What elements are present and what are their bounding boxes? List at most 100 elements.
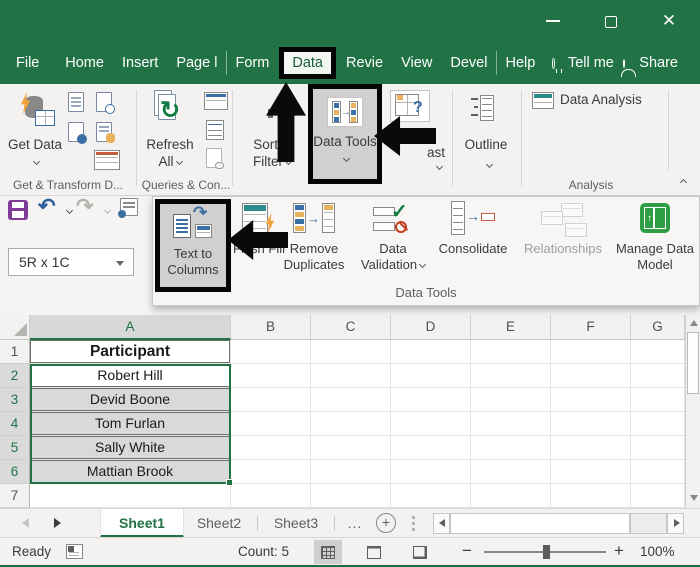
cell[interactable] [631,460,685,484]
cell[interactable] [551,460,631,484]
hscroll-left-button[interactable] [433,513,450,534]
row-header[interactable]: 3 [0,388,30,412]
sheet-tab-sheet2[interactable]: Sheet2 [184,509,254,538]
consolidate-button[interactable]: → Consolidate [437,199,509,292]
cell[interactable] [231,436,311,460]
cell[interactable] [471,412,551,436]
tab-help[interactable]: Help [497,49,545,77]
manage-data-model-button[interactable]: ↑ Manage Data Model [611,199,699,292]
cell[interactable] [311,460,391,484]
zoom-out-button[interactable]: − [462,541,472,561]
sheet-nav-right-icon[interactable] [54,518,61,528]
scroll-up-icon[interactable] [690,320,698,326]
cell[interactable] [311,484,391,508]
cell-a3[interactable]: Devid Boone [30,388,231,412]
save-button[interactable] [8,200,28,220]
row-header[interactable]: 6 [0,460,30,484]
cell[interactable] [631,412,685,436]
redo-button[interactable]: ↷ [76,194,94,219]
data-analysis-button[interactable]: Data Analysis [532,90,662,112]
data-validation-button[interactable]: ✓ Data Validation [351,199,435,292]
queries-connections-icon[interactable] [204,92,228,110]
splitter-dots-icon[interactable] [412,516,415,519]
cell[interactable] [471,484,551,508]
sheet-nav-left-icon[interactable] [22,518,29,528]
cell[interactable] [471,460,551,484]
tell-me-button[interactable]: Tell me [559,49,623,77]
cell[interactable] [551,388,631,412]
cell[interactable] [551,436,631,460]
cell-a1[interactable]: Participant [30,340,231,364]
cell[interactable] [30,484,231,508]
recent-sources-icon[interactable] [96,92,115,114]
row-header[interactable]: 2 [0,364,30,388]
zoom-in-button[interactable]: + [614,541,624,561]
remove-duplicates-button[interactable]: → Remove Duplicates [279,199,349,292]
refresh-all-button[interactable]: ↻ Refresh All [140,88,200,188]
vertical-scrollbar[interactable] [685,315,700,508]
sheet-overflow-button[interactable]: ... [340,509,370,538]
cell[interactable] [231,364,311,388]
column-header-b[interactable]: B [231,315,311,340]
cell-a5[interactable]: Sally White [30,436,231,460]
cell[interactable] [551,484,631,508]
properties-icon[interactable] [206,120,224,140]
close-button[interactable]: ✕ [655,8,683,34]
cell[interactable] [231,412,311,436]
from-database-icon[interactable] [96,122,115,143]
from-file-icon[interactable] [68,92,84,112]
tab-file[interactable]: File [0,49,55,77]
column-header-e[interactable]: E [471,315,551,340]
undo-dropdown-icon[interactable] [65,206,74,215]
add-sheet-button[interactable]: + [376,513,396,533]
row-header[interactable]: 1 [0,340,30,364]
tab-data[interactable]: Data [279,47,336,79]
tab-formulas[interactable]: Form [227,49,279,77]
column-header-g[interactable]: G [631,315,685,340]
outline-button[interactable]: Outline [460,88,512,188]
cell[interactable] [231,340,311,364]
cell[interactable] [551,340,631,364]
cell[interactable] [551,364,631,388]
forecast-label-partial[interactable]: ast [420,144,452,161]
cell[interactable] [231,460,311,484]
tab-developer[interactable]: Devel [441,49,496,77]
cell[interactable] [471,388,551,412]
scroll-down-icon[interactable] [690,495,698,501]
cell-a4[interactable]: Tom Furlan [30,412,231,436]
forecast-sheet-icon[interactable]: ? [390,90,430,122]
column-header-d[interactable]: D [391,315,471,340]
cell[interactable] [391,484,471,508]
cell[interactable] [391,436,471,460]
tab-home[interactable]: Home [56,49,113,77]
column-header-a[interactable]: A [30,315,231,340]
row-header[interactable]: 5 [0,436,30,460]
zoom-level[interactable]: 100% [640,544,675,559]
share-button[interactable]: Share [630,49,700,77]
cell[interactable] [471,436,551,460]
cell[interactable] [311,340,391,364]
view-normal-button[interactable] [314,540,342,564]
cell[interactable] [311,412,391,436]
cell[interactable] [471,340,551,364]
zoom-slider-handle[interactable] [543,545,550,559]
cell[interactable] [391,388,471,412]
cell[interactable] [631,364,685,388]
name-box-dropdown-icon[interactable] [116,261,124,266]
tab-view[interactable]: View [392,49,441,77]
column-header-f[interactable]: F [551,315,631,340]
vertical-scrollbar-thumb[interactable] [687,332,699,394]
data-tools-ribbon-button[interactable]: → Data Tools [308,84,382,184]
cell[interactable] [471,364,551,388]
cell[interactable] [231,484,311,508]
name-box[interactable]: 5R x 1C [8,248,134,276]
from-web-icon[interactable] [68,122,87,144]
cell[interactable] [311,388,391,412]
tab-insert[interactable]: Insert [113,49,167,77]
cell[interactable] [231,388,311,412]
cell[interactable] [551,412,631,436]
cell[interactable] [631,484,685,508]
redo-dropdown-icon[interactable] [103,206,112,215]
get-data-button[interactable]: Get Data [6,88,64,188]
cell-a6[interactable]: Mattian Brook [30,460,231,484]
